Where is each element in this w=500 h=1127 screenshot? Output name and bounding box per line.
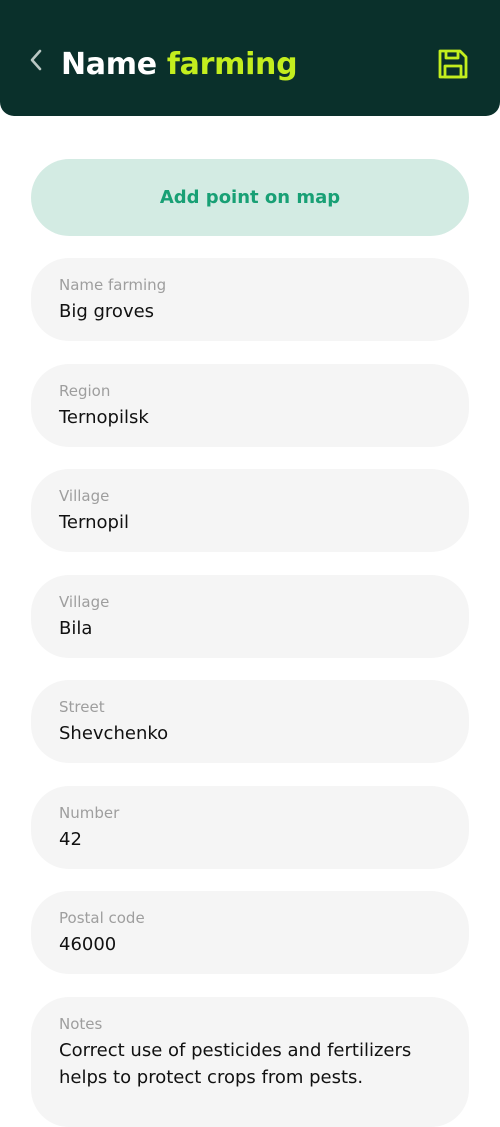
page-title: Name farming (61, 44, 298, 86)
field-label: Street (59, 698, 105, 716)
village-field[interactable]: Village Ternopil (31, 469, 469, 552)
field-value: Big groves (59, 301, 155, 322)
notes-value: Correct use of pesticides and fertilizer… (59, 1040, 412, 1088)
street-field[interactable]: Street Shevchenko (31, 680, 469, 763)
save-button[interactable] (434, 45, 472, 83)
notes-field[interactable]: Notes Correct use of pesticides and fert… (31, 997, 469, 1127)
add-point-on-map-button[interactable]: Add point on map (31, 159, 469, 236)
page-title-accent: farming (166, 47, 298, 82)
field-value: 46000 (59, 934, 117, 955)
field-label: Number (59, 804, 120, 822)
floppy-disk-icon (438, 49, 468, 79)
field-value: Ternopilsk (59, 407, 149, 428)
field-label: Region (59, 382, 111, 400)
back-button[interactable] (24, 44, 48, 76)
field-label: Notes (59, 1015, 103, 1033)
field-value: Shevchenko (59, 723, 169, 744)
add-point-on-map-label: Add point on map (159, 187, 341, 208)
name-farming-field[interactable]: Name farming Big groves (31, 258, 469, 341)
chevron-left-icon (30, 49, 42, 71)
field-label: Village (59, 487, 110, 505)
field-value: Bila (59, 618, 93, 639)
postal-code-field[interactable]: Postal code 46000 (31, 891, 469, 974)
field-label: Village (59, 593, 110, 611)
page-title-main: Name (61, 47, 157, 82)
field-label: Postal code (59, 909, 145, 927)
village-field-2[interactable]: Village Bila (31, 575, 469, 658)
region-field[interactable]: Region Ternopilsk (31, 364, 469, 447)
field-value: 42 (59, 829, 82, 850)
app-header: Name farming (0, 0, 500, 116)
field-label: Name farming (59, 276, 167, 294)
field-value: Ternopil (59, 512, 129, 533)
number-field[interactable]: Number 42 (31, 786, 469, 869)
